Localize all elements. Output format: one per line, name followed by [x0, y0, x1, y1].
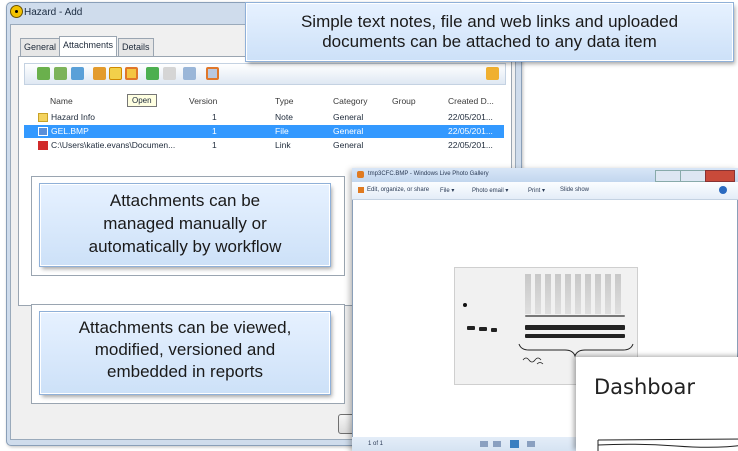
callout-line: managed manually or: [103, 214, 267, 233]
close-icon[interactable]: [705, 170, 735, 182]
row-name: GEL.BMP: [51, 126, 89, 136]
column-name[interactable]: Name: [50, 96, 73, 106]
open-tooltip: Open: [127, 94, 157, 107]
row-created: 22/05/201...: [448, 112, 493, 122]
gel-lane: [575, 274, 581, 314]
callout-line: Simple text notes, file and web links an…: [300, 12, 679, 31]
dashboard-sketch: [597, 438, 738, 451]
gel-lane: [555, 274, 561, 314]
row-category: General: [333, 126, 364, 136]
column-group[interactable]: Group: [392, 96, 416, 106]
menu-file[interactable]: File ▾: [440, 187, 454, 194]
gel-band: [479, 327, 487, 331]
callout-line: Attachments can be: [109, 191, 261, 210]
gel-lane: [605, 274, 611, 314]
edit-icon[interactable]: [93, 67, 106, 80]
column-type[interactable]: Type: [275, 96, 293, 106]
gel-lane: [585, 274, 591, 314]
window-title: Hazard - Add: [24, 7, 83, 18]
image-file-icon: [38, 127, 48, 136]
column-version[interactable]: Version: [189, 96, 217, 106]
tab-general[interactable]: General: [20, 38, 61, 56]
gel-band: [491, 328, 497, 332]
first-icon[interactable]: [480, 441, 488, 447]
gel-lane: [525, 274, 531, 314]
open-folder-icon[interactable]: [125, 67, 138, 80]
row-type: File: [275, 126, 289, 136]
rotate-icon[interactable]: [527, 441, 535, 447]
row-version: 1: [212, 126, 217, 136]
callout-line: Attachments can be viewed,: [78, 318, 292, 337]
row-type: Note: [275, 112, 293, 122]
delete-icon[interactable]: [163, 67, 176, 80]
menu-print[interactable]: Print ▾: [528, 187, 545, 194]
callout-line: embedded in reports: [107, 362, 263, 381]
add-link-icon[interactable]: [71, 67, 84, 80]
row-created: 22/05/201...: [448, 126, 493, 136]
gel-band: [525, 334, 625, 338]
menu-slide-show[interactable]: Slide show: [560, 187, 589, 193]
callout-line: automatically by workflow: [88, 237, 282, 256]
view-callout: Attachments can be viewed, modified, ver…: [40, 312, 330, 394]
photo-gallery-title: tmp3CFC.BMP - Windows Live Photo Gallery: [368, 171, 489, 177]
menu-edit-organize[interactable]: Edit, organize, or share: [367, 187, 429, 193]
gel-lane: [565, 274, 571, 314]
row-name: C:\Users\katie.evans\Documen...: [51, 140, 176, 150]
open-icon[interactable]: [109, 67, 122, 80]
options-icon[interactable]: [486, 67, 499, 80]
row-version: 1: [212, 112, 217, 122]
dashboard-title: Dashboar: [594, 375, 695, 399]
attachments-callout: Simple text notes, file and web links an…: [246, 3, 733, 61]
photo-count: 1 of 1: [368, 441, 384, 447]
gel-band: [525, 315, 625, 317]
embed-icon[interactable]: [206, 67, 219, 80]
menu-photo-email[interactable]: Photo email ▾: [472, 187, 508, 194]
gel-band: [525, 325, 625, 330]
photo-gallery-icon: [357, 171, 364, 178]
add-note-icon[interactable]: [37, 67, 50, 80]
row-created: 22/05/201...: [448, 140, 493, 150]
dashboard-card: [576, 357, 738, 451]
manage-callout: Attachments can be managed manually or a…: [40, 184, 330, 266]
row-category: General: [333, 140, 364, 150]
hazard-icon: [10, 5, 23, 18]
gel-lane: [535, 274, 541, 314]
play-icon[interactable]: [510, 440, 519, 448]
row-name: Hazard Info: [51, 112, 95, 122]
table-row-selected[interactable]: [24, 125, 504, 138]
column-category[interactable]: Category: [333, 96, 368, 106]
column-created[interactable]: Created D...: [448, 96, 494, 106]
row-type: Link: [275, 140, 291, 150]
pdf-link-icon: [38, 141, 48, 150]
gel-band: [467, 326, 475, 330]
row-category: General: [333, 112, 364, 122]
note-icon: [38, 113, 48, 122]
help-icon[interactable]: [719, 186, 727, 194]
callout-line: documents can be attached to any data it…: [322, 32, 657, 51]
gel-marker: [463, 303, 467, 307]
callout-line: modified, versioned and: [94, 340, 276, 359]
previous-icon[interactable]: [493, 441, 501, 447]
window-controls: [655, 170, 735, 182]
minimize-icon[interactable]: [655, 170, 681, 182]
tab-attachments[interactable]: Attachments: [59, 36, 118, 57]
add-file-icon[interactable]: [54, 67, 67, 80]
gel-lane: [595, 274, 601, 314]
version-icon[interactable]: [183, 67, 196, 80]
gel-lane: [545, 274, 551, 314]
table-row[interactable]: [24, 111, 504, 124]
maximize-icon[interactable]: [680, 170, 706, 182]
row-version: 1: [212, 140, 217, 150]
edit-organize-icon: [358, 187, 364, 193]
gel-lane: [615, 274, 621, 314]
checkin-icon[interactable]: [146, 67, 159, 80]
tab-details[interactable]: Details: [118, 38, 154, 56]
